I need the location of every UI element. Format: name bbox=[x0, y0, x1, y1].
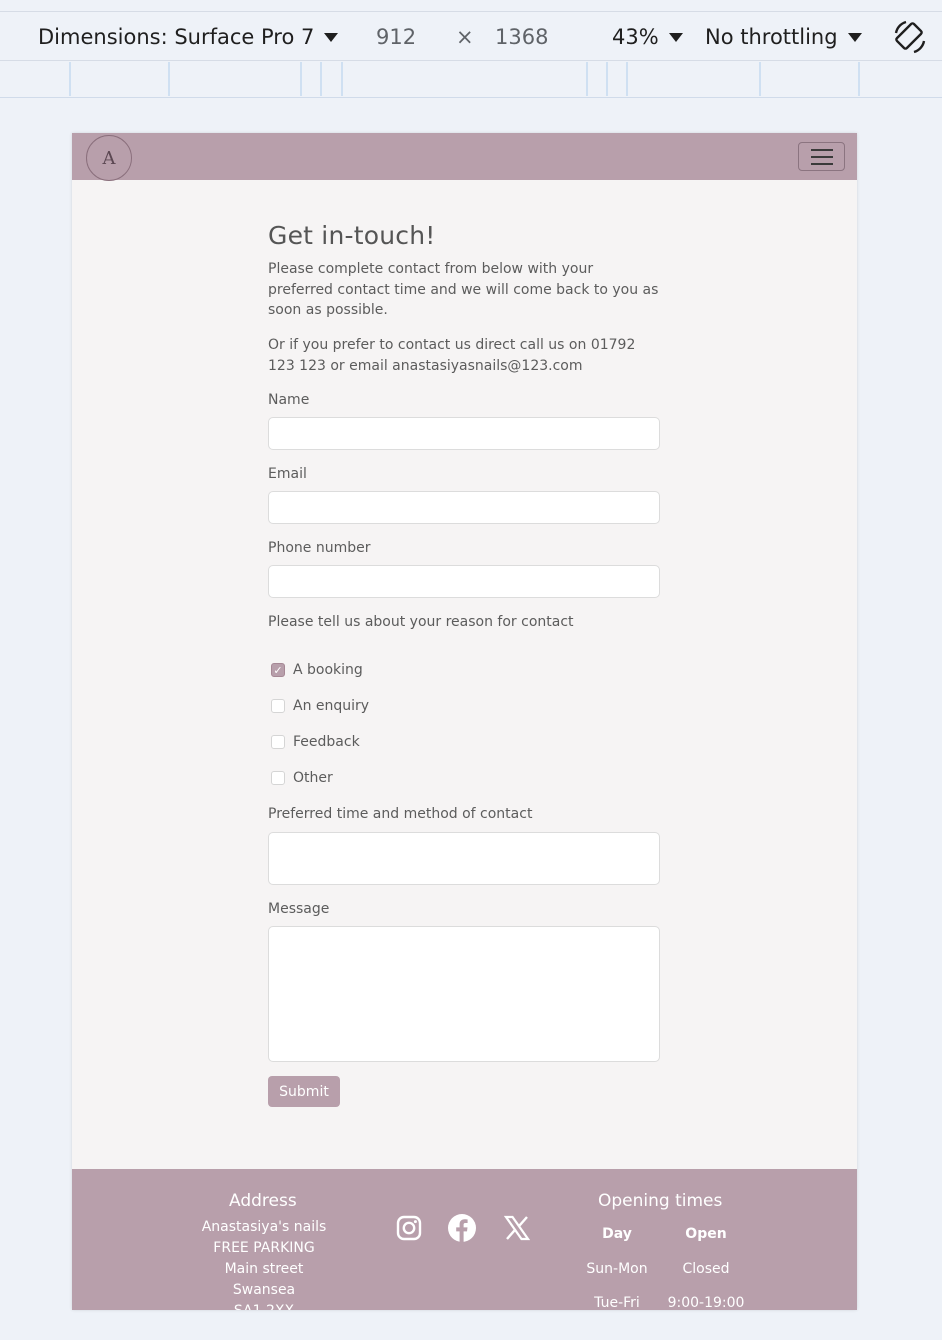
checkbox-label: An enquiry bbox=[293, 698, 370, 714]
table-header-open: Open bbox=[685, 1226, 727, 1242]
address-line: Swansea bbox=[232, 1282, 296, 1298]
opening-times-title: Opening times bbox=[598, 1191, 723, 1211]
address-line: FREE PARKING bbox=[213, 1240, 315, 1256]
name-label: Name bbox=[268, 392, 310, 408]
phone-label: Phone number bbox=[268, 540, 371, 556]
instagram-icon[interactable] bbox=[396, 1215, 422, 1241]
table-cell: Tue-Fri bbox=[594, 1295, 640, 1310]
message-label: Message bbox=[268, 901, 330, 917]
footer: Address Anastasiya's nails FREE PARKING … bbox=[72, 1169, 857, 1310]
phone-field[interactable] bbox=[268, 565, 660, 598]
checkbox-label: A booking bbox=[293, 662, 363, 678]
checkbox-box bbox=[271, 699, 285, 713]
reason-other-checkbox[interactable]: Other bbox=[271, 770, 333, 786]
page-title: Get in-touch! bbox=[268, 221, 436, 250]
table-cell: Sun-Mon bbox=[586, 1261, 648, 1277]
checkbox-label: Feedback bbox=[293, 734, 360, 750]
times-sign: × bbox=[456, 25, 474, 49]
zoom-label: 43% bbox=[612, 25, 659, 49]
direct-contact-text: Or if you prefer to contact us direct ca… bbox=[268, 337, 636, 374]
checkbox-box bbox=[271, 771, 285, 785]
preferred-contact-field[interactable] bbox=[268, 832, 660, 885]
rotate-icon[interactable] bbox=[892, 19, 928, 55]
message-textarea[interactable] bbox=[268, 926, 660, 1062]
media-query-ruler bbox=[0, 62, 942, 98]
intro-text: Please complete contact from below with … bbox=[268, 261, 659, 318]
chevron-down-icon bbox=[324, 33, 339, 42]
reason-enquiry-checkbox[interactable]: An enquiry bbox=[271, 698, 369, 714]
checkbox-box bbox=[271, 735, 285, 749]
devtools-device-toolbar: Dimensions: Surface Pro 7 912 × 1368 43%… bbox=[0, 13, 942, 61]
menu-toggle-button[interactable] bbox=[798, 142, 845, 171]
devtools-top-strip bbox=[0, 0, 942, 12]
hamburger-icon bbox=[810, 148, 833, 151]
preferred-contact-label: Preferred time and method of contact bbox=[268, 806, 533, 822]
chevron-down-icon bbox=[668, 33, 683, 42]
table-cell: 9:00-19:00 bbox=[667, 1295, 745, 1310]
logo-text: A bbox=[102, 147, 116, 169]
address-line: Main street bbox=[224, 1261, 304, 1277]
reason-booking-checkbox[interactable]: ✓ A booking bbox=[271, 662, 363, 678]
reason-label: Please tell us about your reason for con… bbox=[268, 614, 574, 630]
navbar: A bbox=[72, 133, 857, 181]
name-field[interactable] bbox=[268, 417, 660, 450]
logo[interactable]: A bbox=[86, 135, 132, 181]
table-header-day: Day bbox=[602, 1226, 632, 1242]
chevron-down-icon bbox=[847, 33, 862, 42]
device-viewport: A Get in-touch! Please complete contact … bbox=[72, 133, 857, 1310]
checkbox-label: Other bbox=[293, 770, 333, 786]
throttling-dropdown[interactable]: No throttling bbox=[705, 25, 862, 49]
dimensions-dropdown[interactable]: Dimensions: Surface Pro 7 bbox=[38, 25, 339, 49]
dimensions-label: Dimensions: Surface Pro 7 bbox=[38, 25, 315, 49]
checkmark-icon: ✓ bbox=[271, 663, 285, 677]
x-icon[interactable] bbox=[503, 1215, 531, 1241]
facebook-icon[interactable] bbox=[448, 1214, 476, 1242]
address-title: Address bbox=[229, 1191, 297, 1211]
address-line: SA1 2XX bbox=[174, 1301, 354, 1310]
width-input[interactable]: 912 bbox=[376, 25, 416, 49]
reason-feedback-checkbox[interactable]: Feedback bbox=[271, 734, 360, 750]
table-cell: Closed bbox=[682, 1261, 730, 1277]
email-label: Email bbox=[268, 466, 307, 482]
email-field[interactable] bbox=[268, 491, 660, 524]
zoom-dropdown[interactable]: 43% bbox=[612, 25, 683, 49]
height-input[interactable]: 1368 bbox=[495, 25, 548, 49]
throttling-label: No throttling bbox=[705, 25, 838, 49]
submit-button[interactable]: Submit bbox=[268, 1076, 340, 1107]
address-line: Anastasiya's nails bbox=[201, 1219, 327, 1235]
